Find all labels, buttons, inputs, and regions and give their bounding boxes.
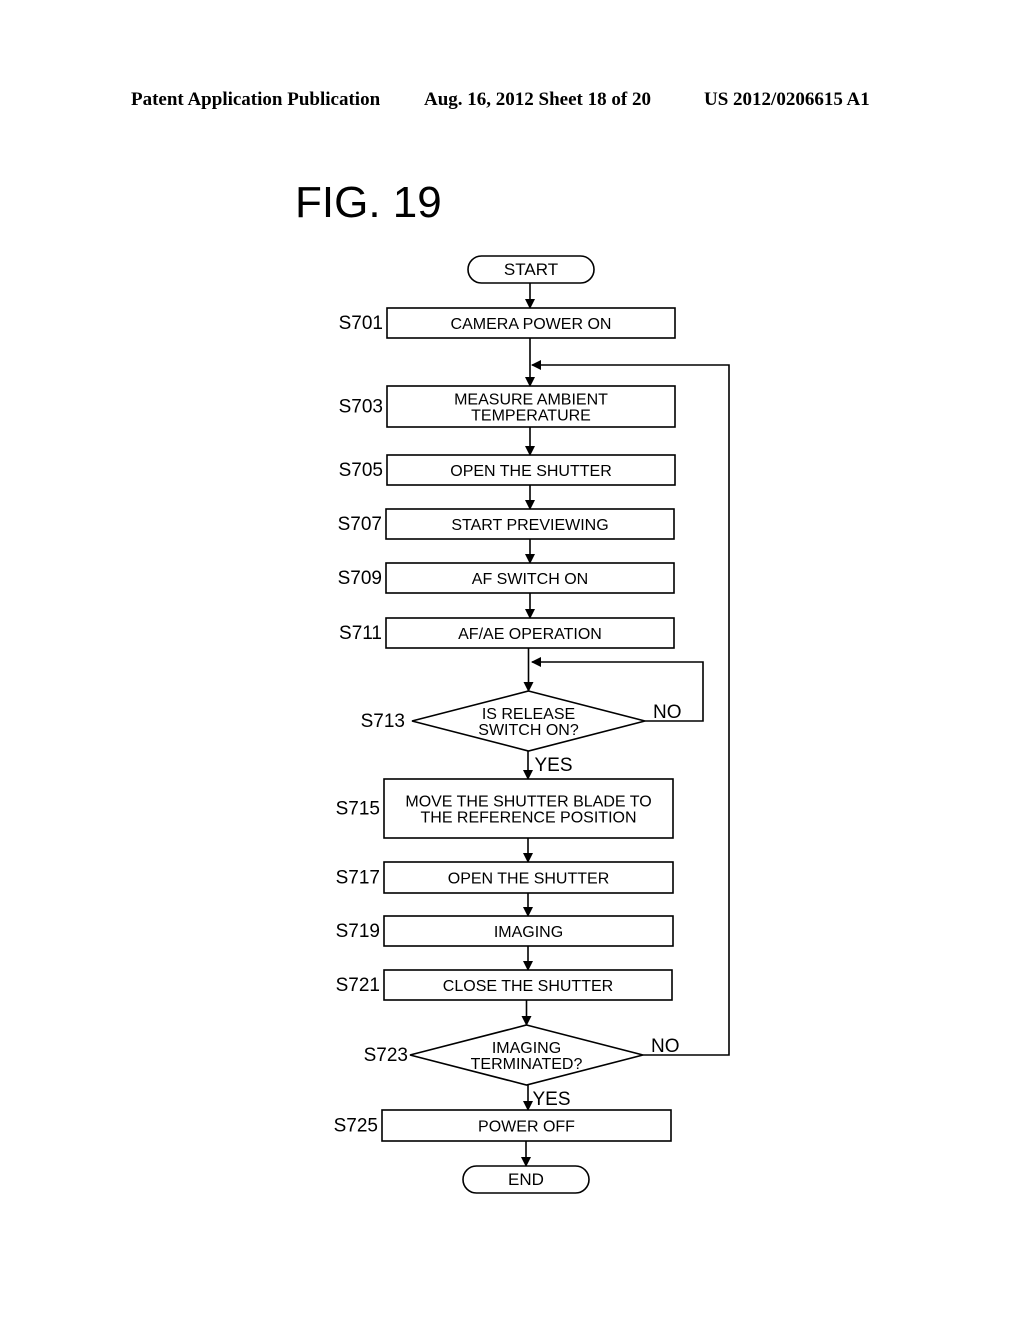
decision-text-s713: SWITCH ON? [478, 722, 579, 739]
process-text-s717: OPEN THE SHUTTER [448, 870, 610, 887]
no-label-s723: NO [651, 1036, 680, 1057]
step-label-s709: S709 [338, 568, 382, 589]
yes-label-s723: YES [533, 1089, 571, 1110]
start-label: START [504, 260, 558, 279]
process-text-s715: THE REFERENCE POSITION [420, 809, 636, 826]
no-label-s713: NO [653, 702, 682, 723]
process-text-s721: CLOSE THE SHUTTER [443, 978, 613, 995]
step-label-s705: S705 [339, 460, 383, 481]
process-text-s707: START PREVIEWING [451, 517, 608, 534]
step-label-s721: S721 [336, 975, 380, 996]
decision-text-s713: IS RELEASE [482, 706, 575, 723]
flowchart: STARTCAMERA POWER ONS701MEASURE AMBIENTT… [334, 255, 730, 1194]
step-label-s707: S707 [338, 514, 382, 535]
process-text-s701: CAMERA POWER ON [451, 316, 612, 333]
process-text-s703: TEMPERATURE [471, 407, 591, 424]
process-text-s711: AF/AE OPERATION [458, 626, 602, 643]
step-label-s711: S711 [339, 623, 382, 644]
step-label-s715: S715 [336, 799, 380, 820]
step-label-s713: S713 [361, 711, 405, 732]
step-label-s723: S723 [364, 1045, 408, 1066]
decision-text-s723: IMAGING [492, 1040, 561, 1057]
step-label-s701: S701 [339, 313, 383, 334]
process-text-s705: OPEN THE SHUTTER [450, 463, 612, 480]
yes-label-s713: YES [535, 755, 573, 776]
step-label-s725: S725 [334, 1116, 378, 1137]
step-label-s717: S717 [336, 868, 380, 889]
process-text-s725: POWER OFF [478, 1118, 575, 1135]
end-label: END [508, 1170, 544, 1189]
step-label-s719: S719 [336, 921, 380, 942]
process-text-s709: AF SWITCH ON [472, 571, 588, 588]
process-text-s719: IMAGING [494, 924, 563, 941]
decision-text-s723: TERMINATED? [471, 1056, 583, 1073]
process-text-s703: MEASURE AMBIENT [454, 391, 608, 408]
step-label-s703: S703 [339, 397, 383, 418]
process-text-s715: MOVE THE SHUTTER BLADE TO [405, 793, 651, 810]
